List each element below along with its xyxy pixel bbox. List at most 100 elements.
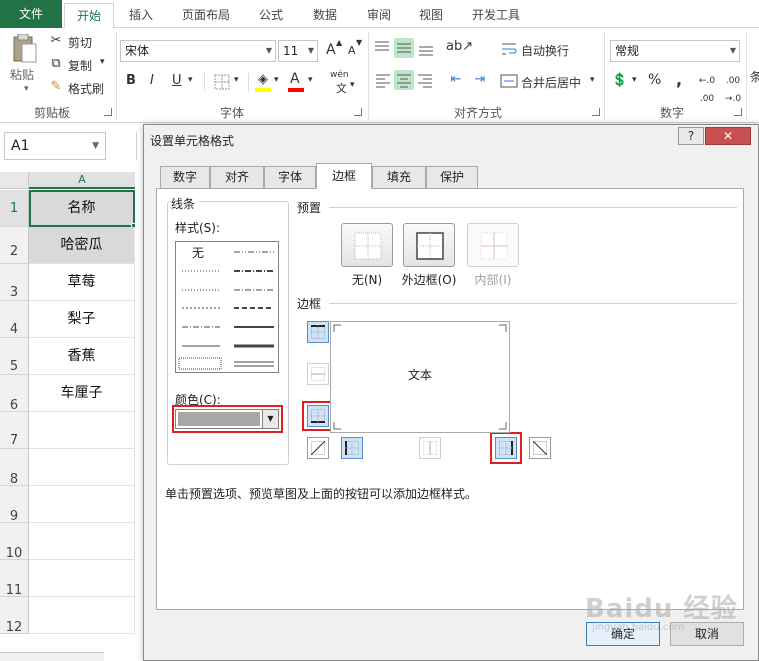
decrease-decimal-icon[interactable]: .00 →.0 xyxy=(722,72,744,108)
row-header[interactable]: 8 xyxy=(0,449,29,487)
border-inside-vertical-button[interactable] xyxy=(419,437,441,459)
percent-button[interactable]: % xyxy=(648,72,661,88)
border-diagonal-up-button[interactable] xyxy=(307,437,329,459)
tab-protection[interactable]: 保护 xyxy=(426,166,478,188)
number-format-combo[interactable]: 常规 ▼ xyxy=(610,40,740,62)
font-size-combo[interactable]: 11 ▼ xyxy=(278,40,318,62)
number-launcher-icon[interactable] xyxy=(734,108,742,116)
tab-insert[interactable]: 插入 xyxy=(118,3,164,28)
row-header[interactable]: 12 xyxy=(0,597,29,635)
comma-button[interactable]: , xyxy=(676,70,682,89)
bold-button[interactable]: B xyxy=(126,73,136,88)
row-header[interactable]: 1 xyxy=(0,190,29,227)
font-color-dropdown-icon[interactable]: ▾ xyxy=(308,75,313,85)
cell-a2[interactable]: 哈密瓜 xyxy=(29,227,135,264)
grow-font-button[interactable]: A xyxy=(326,42,336,58)
paste-icon[interactable] xyxy=(10,33,38,64)
border-inside-horizontal-button[interactable] xyxy=(307,363,329,385)
underline-button[interactable]: U xyxy=(172,73,182,88)
wrap-text-icon[interactable] xyxy=(500,40,518,58)
select-all-corner[interactable] xyxy=(0,172,29,189)
tab-data[interactable]: 数据 xyxy=(302,3,348,28)
border-preview[interactable]: 文本 xyxy=(330,321,510,433)
tab-file[interactable]: 文件 xyxy=(0,0,62,28)
tab-review[interactable]: 审阅 xyxy=(356,3,402,28)
cell-a8[interactable] xyxy=(29,449,135,486)
font-name-combo[interactable]: 宋体 ▼ xyxy=(120,40,276,62)
cell-a9[interactable] xyxy=(29,486,135,523)
cell-a12[interactable] xyxy=(29,597,135,634)
increase-indent-icon[interactable]: ⇥ xyxy=(470,71,490,89)
row-header[interactable]: 11 xyxy=(0,560,29,598)
align-center-icon[interactable] xyxy=(394,70,414,90)
row-header[interactable]: 5 xyxy=(0,338,29,375)
column-header-a[interactable]: A xyxy=(29,172,135,189)
align-middle-icon[interactable] xyxy=(394,38,414,58)
tab-page-layout[interactable]: 页面布局 xyxy=(172,3,240,28)
border-icon[interactable] xyxy=(214,74,230,93)
cell-a11[interactable] xyxy=(29,560,135,597)
row-header[interactable]: 3 xyxy=(0,264,29,301)
cell-a10[interactable] xyxy=(29,523,135,560)
fill-color-icon[interactable]: ◈ xyxy=(254,71,272,89)
tab-border[interactable]: 边框 xyxy=(316,163,372,189)
line-style-list[interactable]: 无 xyxy=(175,241,279,373)
cell-a7[interactable] xyxy=(29,412,135,449)
row-header[interactable]: 2 xyxy=(0,227,29,264)
format-painter-icon[interactable]: ✎ xyxy=(48,78,64,96)
align-left-icon[interactable] xyxy=(374,70,392,90)
align-right-icon[interactable] xyxy=(416,70,434,90)
cell-a1[interactable]: 名称 xyxy=(29,190,135,227)
shrink-font-button[interactable]: A xyxy=(348,44,356,57)
preset-inside-button[interactable] xyxy=(467,223,519,267)
preset-outline-button[interactable] xyxy=(403,223,455,267)
border-left-button[interactable] xyxy=(341,437,363,459)
copy-dropdown-icon[interactable]: ▾ xyxy=(100,57,105,67)
merge-center-icon[interactable] xyxy=(500,72,518,90)
border-diagonal-down-button[interactable] xyxy=(529,437,551,459)
merge-center-button[interactable]: 合并后居中 xyxy=(521,74,581,91)
row-header[interactable]: 6 xyxy=(0,375,29,413)
cut-icon[interactable]: ✂ xyxy=(48,32,64,50)
format-painter-button[interactable]: 格式刷 xyxy=(68,80,104,97)
fill-dropdown-icon[interactable]: ▾ xyxy=(274,75,279,85)
tab-developer[interactable]: 开发工具 xyxy=(462,3,530,28)
border-dropdown-icon[interactable]: ▾ xyxy=(234,75,239,85)
tab-number[interactable]: 数字 xyxy=(160,166,210,188)
decrease-indent-icon[interactable]: ⇤ xyxy=(446,71,466,89)
preset-none-button[interactable] xyxy=(341,223,393,267)
paste-dropdown-icon[interactable]: ▾ xyxy=(24,84,29,94)
tab-fill[interactable]: 填充 xyxy=(372,166,426,188)
row-header[interactable]: 4 xyxy=(0,301,29,338)
currency-dropdown-icon[interactable]: ▾ xyxy=(632,75,637,85)
alignment-launcher-icon[interactable] xyxy=(592,108,600,116)
underline-dropdown-icon[interactable]: ▾ xyxy=(188,75,193,85)
font-color-button[interactable]: A xyxy=(290,71,300,87)
border-top-button[interactable] xyxy=(307,321,329,343)
row-header[interactable]: 7 xyxy=(0,412,29,449)
phonetic-button[interactable]: wén xyxy=(330,70,349,80)
preset-none-label[interactable]: 无(N) xyxy=(332,271,402,288)
help-button[interactable]: ? xyxy=(678,127,704,145)
cut-button[interactable]: 剪切 xyxy=(68,34,92,51)
preset-outline-label[interactable]: 外边框(O) xyxy=(394,271,464,288)
orientation-icon[interactable]: ab↗ xyxy=(446,38,473,56)
tab-view[interactable]: 视图 xyxy=(408,3,454,28)
tab-home[interactable]: 开始 xyxy=(64,3,114,29)
line-style-options[interactable] xyxy=(176,242,278,372)
align-top-icon[interactable] xyxy=(372,38,392,58)
copy-button[interactable]: 复制 xyxy=(68,57,92,74)
tab-formulas[interactable]: 公式 xyxy=(248,3,294,28)
row-header[interactable]: 9 xyxy=(0,486,29,524)
italic-button[interactable]: I xyxy=(150,73,154,88)
wrap-text-button[interactable]: 自动换行 xyxy=(521,42,569,59)
cell-a3[interactable]: 草莓 xyxy=(29,264,135,301)
close-button[interactable]: ✕ xyxy=(705,127,751,145)
cell-a4[interactable]: 梨子 xyxy=(29,301,135,338)
cell-a5[interactable]: 香蕉 xyxy=(29,338,135,375)
merge-dropdown-icon[interactable]: ▾ xyxy=(590,75,595,85)
conditional-format-button[interactable]: 条 xyxy=(750,68,759,85)
name-box[interactable]: A1 ▼ xyxy=(4,132,106,160)
row-header[interactable]: 10 xyxy=(0,523,29,561)
clipboard-launcher-icon[interactable] xyxy=(104,108,112,116)
